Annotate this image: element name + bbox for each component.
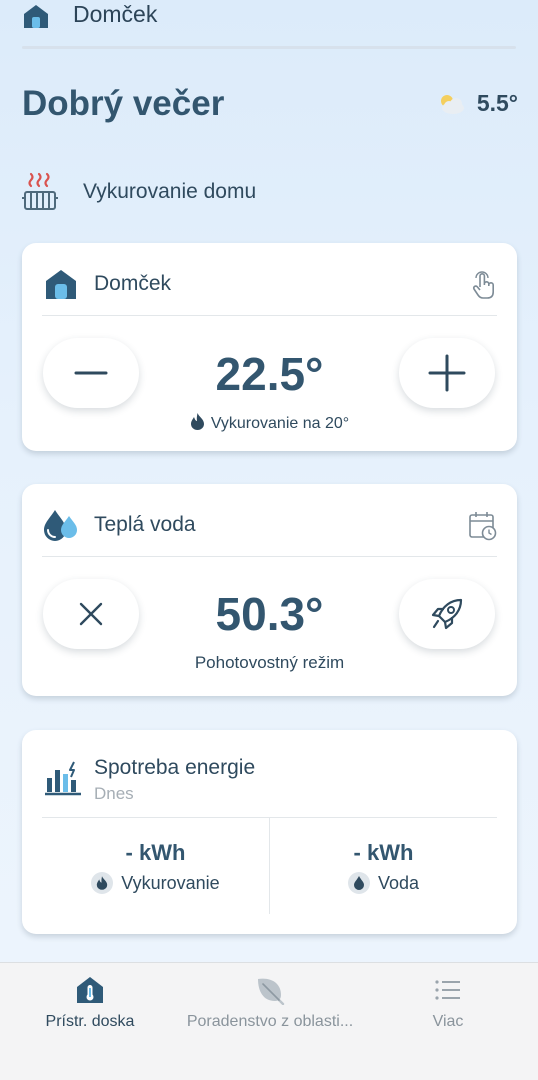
water-drop-icon <box>347 872 370 894</box>
nav-item-advice[interactable]: Poradenstvo z oblasti... <box>178 975 362 1031</box>
dashboard-thermometer-icon <box>77 977 103 1003</box>
increase-temperature-button[interactable] <box>399 338 495 408</box>
home-name[interactable]: Domček <box>73 1 157 28</box>
nav-label-dashboard: Prístr. doska <box>45 1013 135 1030</box>
water-zone-name: Teplá voda <box>94 513 196 536</box>
plus-icon <box>428 354 466 392</box>
water-kwh: - kWh <box>353 840 414 865</box>
flame-icon <box>91 872 114 894</box>
energy-title: Spotreba energie <box>94 756 256 779</box>
energy-card[interactable]: Spotreba energie Dnes - kWh Vykurovanie … <box>22 730 517 934</box>
leaf-icon <box>258 978 285 1005</box>
energy-period: Dnes <box>94 784 134 803</box>
nav-item-more[interactable]: Viac <box>408 975 488 1031</box>
hot-water-card[interactable]: Teplá voda 50.3° Pohotovostný režim <box>22 484 517 696</box>
home-icon <box>46 270 76 299</box>
energy-heating-column[interactable]: - kWh Vykurovanie <box>42 818 270 914</box>
nav-item-dashboard[interactable]: Prístr. doska <box>40 975 140 1031</box>
boost-water-button[interactable] <box>399 579 495 649</box>
list-icon <box>435 980 460 1000</box>
heating-card-header: Domček <box>42 243 497 316</box>
water-status: Pohotovostný režim <box>194 653 345 672</box>
water-drops-icon <box>44 510 77 541</box>
greeting-title: Dobrý večer <box>22 84 225 123</box>
home-icon[interactable] <box>22 2 50 30</box>
calendar-clock-icon[interactable] <box>469 511 497 541</box>
heating-card[interactable]: Domček 22.5° Vykurovanie na 20° <box>22 243 517 451</box>
heating-energy-text: Vykurovanie <box>121 872 220 893</box>
top-bar: Domček <box>0 0 538 49</box>
rocket-icon <box>431 598 463 630</box>
water-energy-label: Voda <box>270 872 497 894</box>
heating-status-text: Vykurovanie na 20° <box>210 415 350 432</box>
nav-label-more: Viac <box>432 1013 464 1030</box>
section-heating: Vykurovanie domu <box>22 170 256 214</box>
partly-cloudy-night-icon <box>440 94 464 114</box>
radiator-icon <box>22 172 58 210</box>
heating-kwh: - kWh <box>125 840 186 865</box>
nav-label-advice: Poradenstvo z oblasti... <box>186 1013 354 1030</box>
flame-icon <box>190 413 204 430</box>
bottom-navigation: Prístr. doska Poradenstvo z oblasti... V… <box>0 962 538 1080</box>
heating-status: Vykurovanie na 20° <box>22 413 517 433</box>
header-divider <box>22 46 516 49</box>
outdoor-temperature: 5.5° <box>476 90 518 116</box>
heating-energy-label: Vykurovanie <box>42 872 269 894</box>
water-energy-text: Voda <box>377 872 420 893</box>
energy-columns: - kWh Vykurovanie - kWh Voda <box>42 818 497 914</box>
hot-water-card-header: Teplá voda <box>42 484 497 557</box>
touch-hand-icon[interactable] <box>469 270 497 300</box>
energy-card-header: Spotreba energie Dnes <box>42 730 497 818</box>
section-label: Vykurovanie domu <box>83 180 257 203</box>
zone-name: Domček <box>94 272 172 295</box>
weather-widget[interactable]: 5.5° <box>437 90 518 117</box>
energy-water-column[interactable]: - kWh Voda <box>270 818 497 914</box>
energy-chart-icon <box>45 761 81 796</box>
